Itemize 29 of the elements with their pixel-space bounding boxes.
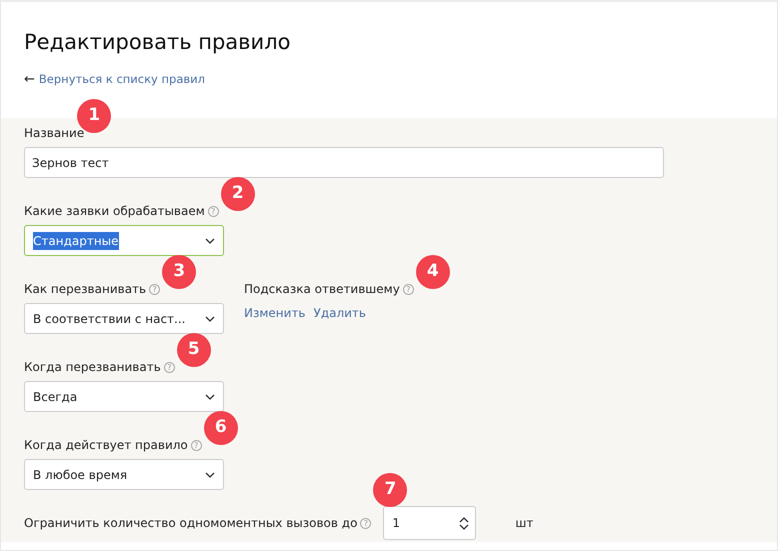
select-field[interactable]: Всегда xyxy=(24,381,224,412)
back-arrow-icon: ← xyxy=(24,70,35,90)
chevron-down-icon xyxy=(205,472,215,478)
unit-label: шт xyxy=(515,515,534,532)
help-icon[interactable]: ? xyxy=(149,284,160,294)
chevron-down-icon xyxy=(205,394,215,400)
field-label: Ограничить количество одномоментных вызовов до xyxy=(24,515,358,532)
select-field[interactable]: Стандартные xyxy=(24,225,224,256)
help-icon[interactable]: ? xyxy=(164,362,175,372)
help-icon[interactable]: ? xyxy=(190,440,202,450)
chevron-down-icon xyxy=(205,238,215,244)
field-label: Когда перезванивать xyxy=(24,359,161,376)
text-link[interactable]: Удалить xyxy=(314,304,366,322)
page-title: Редактировать правило xyxy=(24,29,292,56)
field-label: Когда действует правило xyxy=(24,437,188,454)
help-icon[interactable]: ? xyxy=(208,206,219,216)
back-link[interactable]: Вернуться к списку правил xyxy=(38,71,205,88)
field-label: Какие заявки обрабатываем xyxy=(24,203,205,220)
field-label: Подсказка ответившему xyxy=(244,281,400,298)
text-input[interactable]: Зернов тест xyxy=(24,147,664,178)
help-icon[interactable]: ? xyxy=(360,518,372,528)
chevron-down-icon xyxy=(205,316,215,322)
select-field[interactable]: В соответствии с наст... xyxy=(24,303,224,334)
spinner-arrows-icon[interactable] xyxy=(459,516,470,530)
select-field[interactable]: В любое время xyxy=(24,459,224,490)
text-link[interactable]: Изменить xyxy=(244,304,306,322)
number-input[interactable]: 1 xyxy=(383,506,476,540)
field-label: Как перезванивать xyxy=(24,281,146,298)
help-icon[interactable]: ? xyxy=(402,284,414,294)
